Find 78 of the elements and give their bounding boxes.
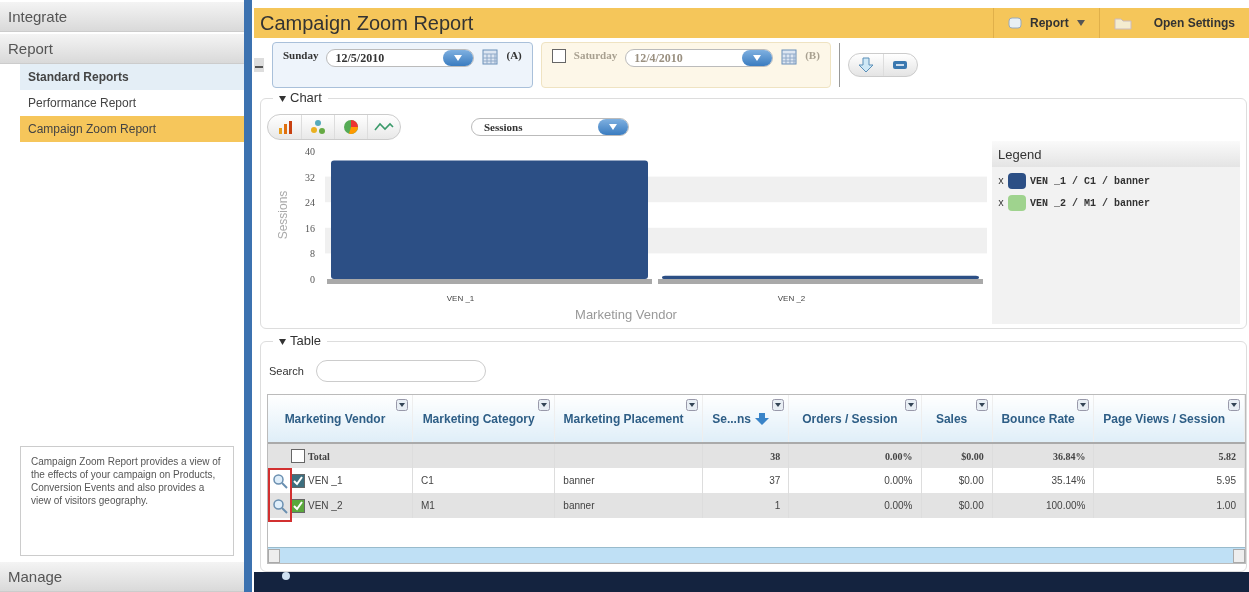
- x-axis-title: Marketing Vendor: [575, 307, 677, 322]
- minus-icon: [255, 66, 263, 68]
- table-cell: M1: [412, 493, 555, 519]
- magnifier-icon[interactable]: [272, 497, 288, 514]
- line-chart-icon: [374, 121, 394, 133]
- table-cell: banner: [554, 493, 703, 519]
- horizontal-scrollbar[interactable]: [268, 547, 1245, 564]
- settings-button[interactable]: Open Settings: [1098, 8, 1249, 38]
- column-header[interactable]: Marketing Category: [412, 395, 555, 444]
- axis-tick-label: 8: [310, 248, 315, 260]
- collapse-triangle-icon[interactable]: [279, 339, 286, 346]
- axis-tick-label: 16: [305, 222, 315, 234]
- day-label: Sunday: [283, 49, 319, 61]
- table-cell: 1: [702, 493, 789, 519]
- legend-label: VEN _2 / M1 / banner: [1030, 197, 1151, 209]
- table-cell: 100.00%: [992, 493, 1094, 519]
- folder-icon: [1113, 16, 1132, 30]
- pie-chart-icon: [343, 119, 359, 135]
- date-tag: (A): [506, 49, 522, 61]
- page-title: Campaign Zoom Report: [259, 11, 475, 35]
- circle-icon: [282, 572, 290, 581]
- search-field[interactable]: [315, 360, 486, 383]
- printer-icon: [892, 59, 909, 71]
- legend-title: Legend: [992, 141, 1240, 167]
- axis-tick-label: 0: [310, 274, 315, 285]
- search-label: Search: [269, 365, 304, 378]
- table-cell: VEN _2: [268, 493, 413, 519]
- filter-icon[interactable]: [772, 399, 785, 412]
- down-arrow-icon: [856, 57, 875, 73]
- category-label: VEN _2: [777, 294, 806, 303]
- sidebar-header[interactable]: Integrate: [0, 2, 245, 32]
- column-header[interactable]: Orders / Session: [788, 395, 921, 444]
- collapse-button[interactable]: [254, 58, 264, 72]
- highlight-frame: [268, 468, 292, 523]
- remove-icon[interactable]: x: [998, 197, 1004, 209]
- axis-tick-label: 40: [305, 146, 315, 157]
- table-cell: 0.00%: [788, 493, 921, 519]
- axis-tick-label: 24: [305, 197, 315, 209]
- column-header[interactable]: Se...ns: [702, 395, 789, 444]
- date-field[interactable]: 12/5/2010: [326, 49, 475, 67]
- column-header[interactable]: Marketing Vendor: [268, 395, 413, 444]
- description-text: Campaign Zoom Report provides a view of the effects of your campaign on Products, Conversion Events and also provides a view of visitors geography.: [20, 446, 235, 556]
- bar-chart-icon: [276, 119, 293, 135]
- dropdown-icon: [453, 54, 464, 62]
- filter-icon[interactable]: [538, 399, 551, 412]
- column-header[interactable]: Sales: [921, 395, 993, 444]
- filter-icon[interactable]: [685, 399, 698, 412]
- filter-icon[interactable]: [395, 399, 408, 412]
- report-button[interactable]: Report: [993, 8, 1099, 38]
- collapse-triangle-icon[interactable]: [279, 96, 286, 102]
- magnifier-icon[interactable]: [272, 472, 288, 489]
- column-header[interactable]: Page Views / Session: [1093, 395, 1245, 444]
- section-title[interactable]: Chart: [273, 90, 328, 105]
- legend-label: VEN _1 / C1 / banner: [1030, 175, 1151, 187]
- table-cell: 1.00: [1093, 493, 1245, 519]
- sidebar-item[interactable]: Standard Reports: [20, 64, 245, 90]
- filter-icon[interactable]: [1228, 399, 1240, 412]
- column-header[interactable]: Bounce Rate: [992, 395, 1094, 444]
- category-label: VEN _1: [446, 294, 475, 303]
- day-label: Saturday: [573, 49, 618, 61]
- table-cell: $0.00: [921, 493, 993, 519]
- date-tag: (B): [805, 49, 820, 61]
- y-axis-title: Sessions: [276, 190, 290, 240]
- remove-icon[interactable]: x: [998, 175, 1004, 187]
- sidebar-header[interactable]: Manage: [0, 562, 245, 592]
- dropdown-icon: [608, 123, 618, 131]
- scatter-icon: [310, 119, 326, 135]
- dropdown-icon: [752, 54, 763, 62]
- column-header[interactable]: Marketing Placement: [554, 395, 703, 444]
- axis-tick-label: 32: [305, 171, 315, 183]
- caret-icon: [1076, 20, 1085, 26]
- sidebar-header[interactable]: Report: [0, 34, 245, 64]
- sidebar-item[interactable]: Campaign Zoom Report: [20, 116, 245, 142]
- filter-icon[interactable]: [975, 399, 988, 412]
- report-icon: [1008, 17, 1022, 29]
- checkbox[interactable]: [291, 449, 305, 464]
- filter-icon[interactable]: [904, 399, 917, 412]
- filter-icon[interactable]: [1077, 399, 1090, 412]
